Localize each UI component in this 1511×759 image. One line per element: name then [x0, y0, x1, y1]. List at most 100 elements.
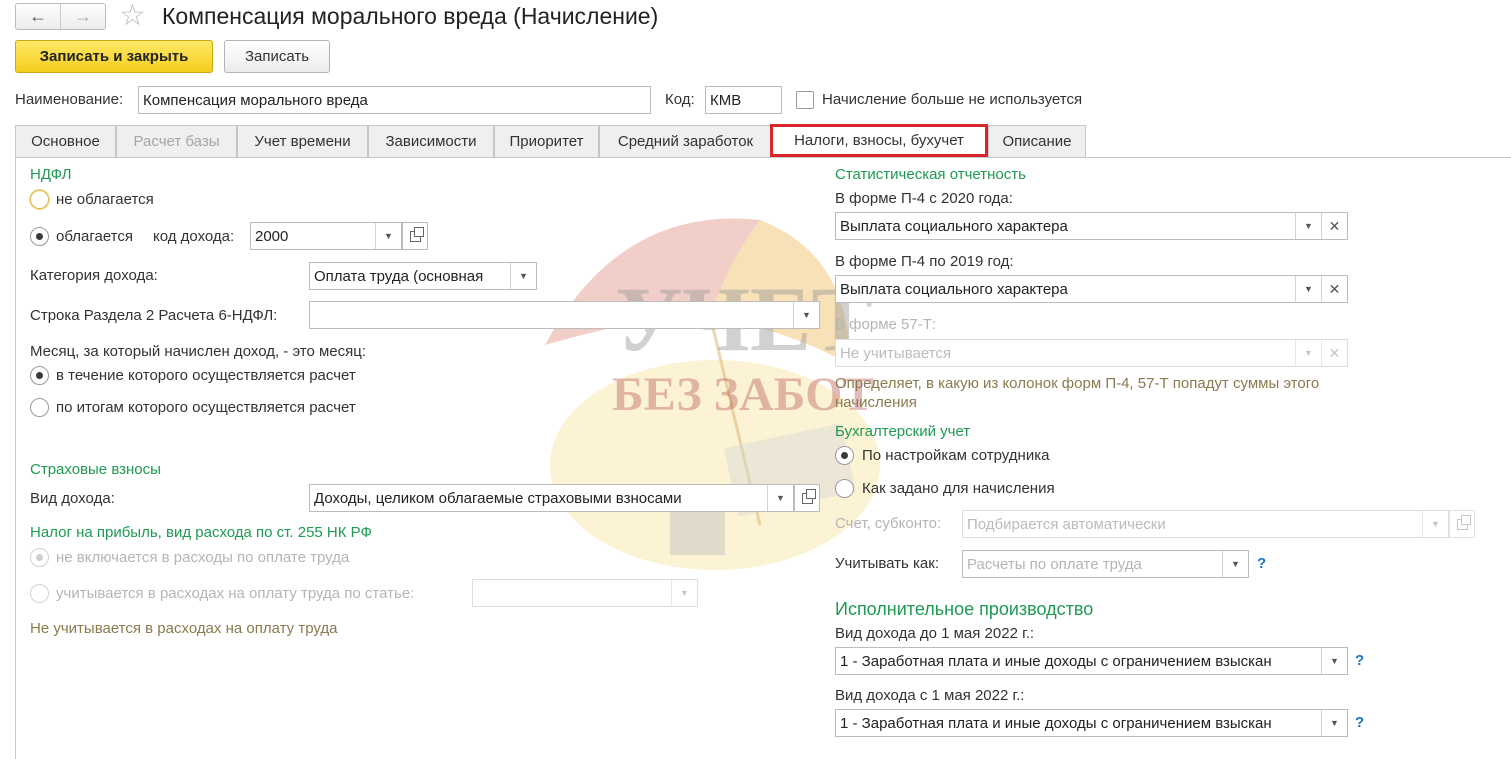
tab-nalogi-vznosy[interactable]: Налоги, взносы, бухучет [770, 124, 988, 157]
content-border [15, 157, 16, 759]
month-opt2-radio[interactable] [30, 398, 49, 417]
tab-opisanie[interactable]: Описание [988, 125, 1086, 157]
tabs-underline [15, 157, 1511, 158]
save-and-close-button[interactable]: Записать и закрыть [15, 40, 213, 73]
chevron-down-icon[interactable]: ▼ [1422, 511, 1448, 537]
save-button[interactable]: Записать [224, 40, 330, 73]
month-label: Месяц, за который начислен доход, - это … [30, 343, 367, 360]
account-label: Счет, субконто: [835, 515, 942, 532]
name-label: Наименование: [15, 91, 124, 108]
ndfl-group-title: НДФЛ [30, 166, 72, 183]
p4-2020-value: Выплата социального характера [840, 217, 1068, 235]
accounting-group-title: Бухгалтерский учет [835, 423, 971, 440]
chevron-down-icon[interactable]: ▼ [1295, 276, 1321, 302]
enforcement-after-field[interactable]: 1 - Заработная плата и иные доходы с огр… [835, 709, 1348, 737]
chevron-down-icon[interactable]: ▼ [767, 485, 793, 511]
profit-tax-opt1-label: не включается в расходы по оплате труда [56, 549, 350, 566]
month-opt1-radio[interactable] [30, 366, 49, 385]
income-code-field[interactable]: 2000 ▼ [250, 222, 402, 250]
chevron-down-icon[interactable]: ▼ [1321, 648, 1347, 674]
code-field-value: КМВ [710, 91, 742, 109]
chevron-down-icon[interactable]: ▼ [510, 263, 536, 289]
name-field[interactable]: Компенсация морального вреда [138, 86, 651, 114]
insurance-income-kind-value: Доходы, целиком облагаемые страховыми вз… [314, 489, 682, 507]
profit-tax-opt2-radio[interactable] [30, 584, 49, 603]
f57-value: Не учитывается [840, 344, 951, 362]
accounting-opt2-label: Как задано для начисления [862, 480, 1055, 497]
category-field[interactable]: Оплата труда (основная ▼ [309, 262, 537, 290]
enforcement-before-field[interactable]: 1 - Заработная плата и иные доходы с огр… [835, 647, 1348, 675]
watermark-logo: УЧЕТ БЕЗ ЗАБОТ [545, 218, 880, 570]
account-as-label: Учитывать как: [835, 555, 940, 572]
open-form-icon[interactable] [402, 222, 428, 250]
open-form-icon[interactable] [1449, 510, 1475, 538]
insurance-income-kind-label: Вид дохода: [30, 490, 115, 507]
category-value: Оплата труда (основная [314, 267, 484, 285]
chevron-down-icon[interactable]: ▼ [375, 223, 401, 249]
account-as-field[interactable]: Расчеты по оплате труда ▼ [962, 550, 1249, 578]
category-label: Категория дохода: [30, 267, 158, 284]
month-opt2-label: по итогам которого осуществляется расчет [56, 399, 356, 416]
nav-buttons: ← → [15, 3, 106, 30]
window-title: Компенсация морального вреда (Начисление… [162, 3, 659, 29]
stats-group-title: Статистическая отчетность [835, 166, 1026, 183]
help-icon[interactable]: ? [1257, 555, 1266, 572]
chevron-down-icon[interactable]: ▼ [1222, 551, 1248, 577]
chevron-down-icon[interactable]: ▼ [1295, 340, 1321, 366]
enforcement-after-value: 1 - Заработная плата и иные доходы с огр… [840, 714, 1272, 732]
tab-raschet-bazy[interactable]: Расчет базы [116, 125, 237, 157]
account-field[interactable]: Подбирается автоматически ▼ [962, 510, 1449, 538]
insurance-income-kind-field[interactable]: Доходы, целиком облагаемые страховыми вз… [309, 484, 794, 512]
unused-checkbox[interactable] [796, 91, 814, 109]
profit-tax-opt1-radio[interactable] [30, 548, 49, 567]
code-field[interactable]: КМВ [705, 86, 782, 114]
name-field-value: Компенсация морального вреда [143, 91, 368, 109]
chevron-down-icon[interactable]: ▼ [793, 302, 819, 328]
ndfl-not-taxed-radio[interactable] [30, 190, 49, 209]
tab-prioritet[interactable]: Приоритет [494, 125, 599, 157]
accounting-opt2-radio[interactable] [835, 479, 854, 498]
account-value: Подбирается автоматически [967, 515, 1166, 533]
unused-label: Начисление больше не используется [822, 91, 1083, 108]
income-code-label: код дохода: [153, 228, 235, 245]
p4-2019-label: В форме П-4 по 2019 год: [835, 253, 1014, 270]
help-icon[interactable]: ? [1355, 714, 1364, 731]
line-6ndfl-label: Строка Раздела 2 Расчета 6-НДФЛ: [30, 307, 278, 324]
profit-tax-group-title: Налог на прибыль, вид расхода по ст. 255… [30, 524, 372, 541]
account-as-value: Расчеты по оплате труда [967, 555, 1142, 573]
ndfl-not-taxed-label: не облагается [56, 191, 154, 208]
accounting-opt1-radio[interactable] [835, 446, 854, 465]
f57-field[interactable]: Не учитывается ▼ ✕ [835, 339, 1348, 367]
ndfl-taxed-radio[interactable] [30, 227, 49, 246]
forward-icon[interactable]: → [60, 4, 105, 29]
tab-osnovnoe[interactable]: Основное [15, 125, 116, 157]
tab-sredniy-zarabotok[interactable]: Средний заработок [599, 125, 772, 157]
chevron-down-icon[interactable]: ▼ [1321, 710, 1347, 736]
f57-label: В форме 57-Т: [835, 316, 937, 333]
clear-icon[interactable]: ✕ [1321, 276, 1347, 302]
stats-note: Определяет, в какую из колонок форм П-4,… [835, 375, 1320, 411]
chevron-down-icon[interactable]: ▼ [671, 580, 697, 606]
line-6ndfl-field[interactable]: ▼ [309, 301, 820, 329]
clear-icon[interactable]: ✕ [1321, 213, 1347, 239]
p4-2019-field[interactable]: Выплата социального характера ▼ ✕ [835, 275, 1348, 303]
month-opt1-label: в течение которого осуществляется расчет [56, 367, 356, 384]
accounting-opt1-label: По настройкам сотрудника [862, 447, 1050, 464]
tab-zavisimosti[interactable]: Зависимости [368, 125, 494, 157]
ndfl-taxed-label: облагается [56, 228, 134, 245]
open-form-icon[interactable] [794, 484, 820, 512]
income-code-value: 2000 [255, 227, 289, 245]
profit-tax-article-field[interactable]: ▼ [472, 579, 698, 607]
chevron-down-icon[interactable]: ▼ [1295, 213, 1321, 239]
profit-tax-note: Не учитывается в расходах на оплату труд… [30, 620, 338, 637]
profit-tax-opt2-label: учитывается в расходах на оплату труда п… [56, 585, 415, 602]
enforcement-before-value: 1 - Заработная плата и иные доходы с огр… [840, 652, 1272, 670]
tab-uchet-vremeni[interactable]: Учет времени [237, 125, 368, 157]
favorite-star-icon[interactable]: ☆ [119, 1, 146, 31]
p4-2019-value: Выплата социального характера [840, 280, 1068, 298]
help-icon[interactable]: ? [1355, 652, 1364, 669]
back-icon[interactable]: ← [16, 4, 60, 29]
clear-icon[interactable]: ✕ [1321, 340, 1347, 366]
enforcement-after-label: Вид дохода с 1 мая 2022 г.: [835, 687, 1025, 704]
p4-2020-field[interactable]: Выплата социального характера ▼ ✕ [835, 212, 1348, 240]
